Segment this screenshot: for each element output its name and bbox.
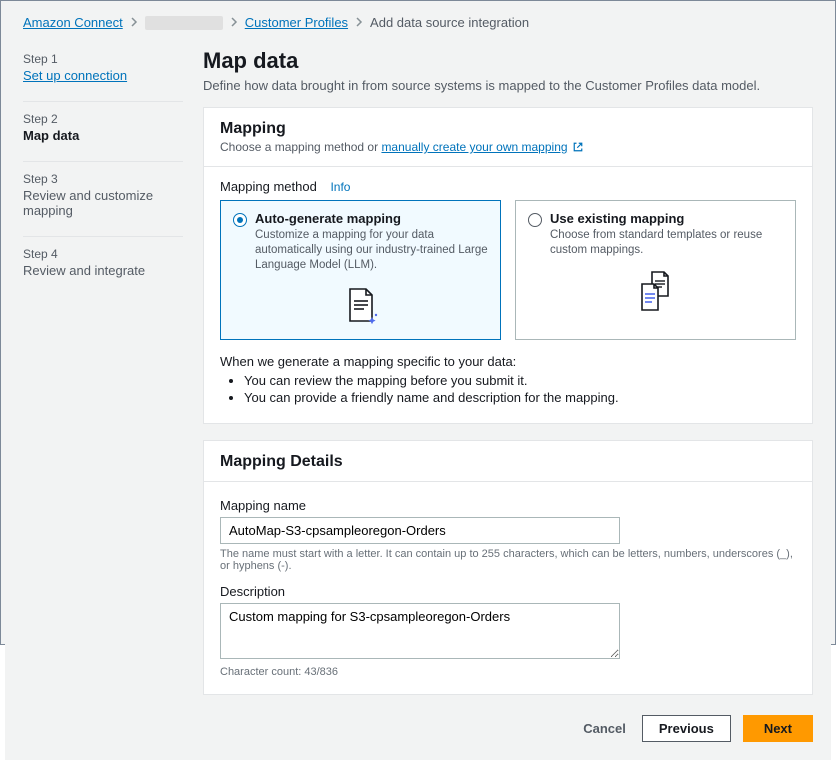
- mapping-sub-prefix: Choose a mapping method or: [220, 140, 381, 154]
- description-label: Description: [220, 584, 796, 599]
- page-subtitle: Define how data brought in from source s…: [203, 78, 813, 93]
- manual-create-link[interactable]: manually create your own mapping: [381, 140, 567, 154]
- mapping-method-label: Mapping method Info: [220, 179, 796, 194]
- previous-button[interactable]: Previous: [642, 715, 731, 742]
- next-button[interactable]: Next: [743, 715, 813, 742]
- document-sparkle-icon: [233, 285, 488, 327]
- auto-generate-info: When we generate a mapping specific to y…: [220, 354, 796, 405]
- main-content: Map data Define how data brought in from…: [203, 48, 813, 742]
- chevron-right-icon: [229, 15, 239, 30]
- option-existing-desc: Choose from standard templates or reuse …: [550, 228, 783, 258]
- step-1-link[interactable]: Set up connection: [23, 68, 183, 83]
- mapping-card-title: Mapping: [220, 120, 796, 138]
- mapping-name-label: Mapping name: [220, 498, 796, 513]
- gen-bullet-1: You can review the mapping before you su…: [244, 373, 796, 388]
- breadcrumb-profiles[interactable]: Customer Profiles: [245, 15, 348, 30]
- radio-auto-generate[interactable]: [233, 213, 247, 227]
- info-link[interactable]: Info: [330, 180, 350, 194]
- option-auto-title: Auto-generate mapping: [255, 211, 488, 226]
- documents-stack-icon: [528, 270, 783, 314]
- radio-use-existing[interactable]: [528, 213, 542, 227]
- gen-bullet-2: You can provide a friendly name and desc…: [244, 390, 796, 405]
- chevron-right-icon: [354, 15, 364, 30]
- mapping-card-subtitle: Choose a mapping method or manually crea…: [220, 140, 796, 156]
- wizard-steps-sidebar: Step 1 Set up connection Step 2 Map data…: [23, 48, 183, 742]
- step-2-current: Map data: [23, 128, 183, 143]
- option-use-existing[interactable]: Use existing mapping Choose from standar…: [515, 200, 796, 340]
- option-auto-desc: Customize a mapping for your data automa…: [255, 228, 488, 273]
- step-3-title: Review and customize mapping: [23, 188, 183, 218]
- mapping-card: Mapping Choose a mapping method or manua…: [203, 107, 813, 424]
- mapping-details-card: Mapping Details Mapping name The name mu…: [203, 440, 813, 695]
- option-existing-title: Use existing mapping: [550, 211, 783, 226]
- step-4-title: Review and integrate: [23, 263, 183, 278]
- mapping-name-input[interactable]: [220, 517, 620, 544]
- chevron-right-icon: [129, 15, 139, 30]
- step-separator: [23, 236, 183, 237]
- step-2-label: Step 2: [23, 112, 183, 126]
- wizard-footer-buttons: Cancel Previous Next: [203, 711, 813, 742]
- gen-intro: When we generate a mapping specific to y…: [220, 354, 796, 369]
- step-separator: [23, 101, 183, 102]
- page-title: Map data: [203, 48, 813, 74]
- mapping-name-help: The name must start with a letter. It ca…: [220, 548, 796, 572]
- external-link-icon: [572, 141, 584, 156]
- description-textarea[interactable]: [220, 603, 620, 659]
- mapping-method-label-text: Mapping method: [220, 179, 317, 194]
- breadcrumb-current: Add data source integration: [370, 15, 529, 30]
- step-3-label: Step 3: [23, 172, 183, 186]
- step-4-label: Step 4: [23, 247, 183, 261]
- step-1-label: Step 1: [23, 52, 183, 66]
- breadcrumb: Amazon Connect Customer Profiles Add dat…: [5, 5, 831, 30]
- description-char-count: Character count: 43/836: [220, 666, 796, 678]
- option-auto-generate[interactable]: Auto-generate mapping Customize a mappin…: [220, 200, 501, 340]
- breadcrumb-root[interactable]: Amazon Connect: [23, 15, 123, 30]
- breadcrumb-instance-redacted: [145, 16, 223, 30]
- mapping-details-title: Mapping Details: [220, 453, 796, 471]
- cancel-button[interactable]: Cancel: [579, 715, 630, 742]
- step-separator: [23, 161, 183, 162]
